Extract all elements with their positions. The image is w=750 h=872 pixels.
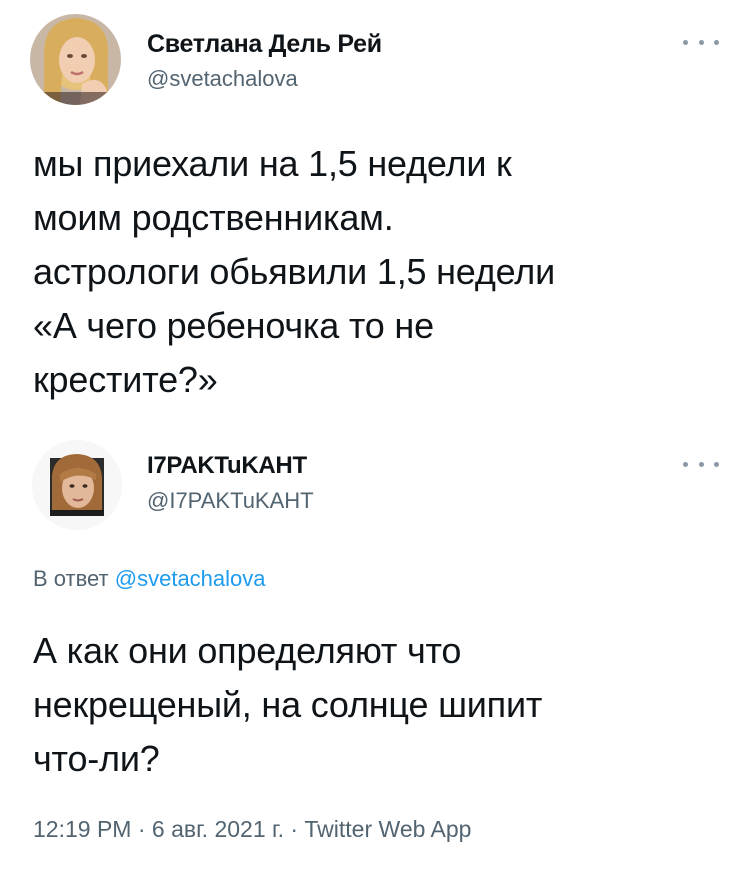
author-name[interactable]: Светлана Дель Рей — [147, 30, 382, 59]
author-handle[interactable]: @I7PAKTuKAHT — [147, 488, 314, 514]
replying-to-handle-link[interactable]: @svetachalova — [115, 566, 266, 591]
avatar[interactable] — [30, 14, 121, 105]
more-options-button[interactable] — [683, 454, 719, 474]
tweet-text-line: что-ли? — [33, 738, 160, 779]
tweet-timestamp[interactable]: 12:19 PM · 6 авг. 2021 г. · Twitter Web … — [33, 816, 471, 843]
author-handle[interactable]: @svetachalova — [147, 66, 298, 92]
tweet-text-line: А как они определяют что — [33, 630, 462, 671]
replying-to-prefix: В ответ — [33, 566, 109, 591]
author-name[interactable]: I7PAKTuKAHT — [147, 452, 307, 480]
more-horizontal-icon — [683, 39, 688, 45]
avatar[interactable] — [32, 440, 122, 530]
replying-to: В ответ @svetachalova — [33, 566, 266, 592]
tweet-text-line: мы приехали на 1,5 недели к — [33, 143, 512, 184]
tweet-text: А как они определяют что некрещеный, на … — [33, 624, 542, 786]
more-horizontal-icon — [683, 461, 688, 467]
reply-tweet: I7PAKTuKAHT @I7PAKTuKAHT В ответ @svetac… — [0, 420, 750, 872]
tweet-text-line: крестите?» — [33, 359, 218, 400]
tweet-text-line: астрологи обьявили 1,5 недели — [33, 251, 555, 292]
tweet-text: мы приехали на 1,5 недели к моим родстве… — [33, 137, 555, 407]
user-avatar-photo-icon — [30, 14, 121, 105]
user-avatar-photo-icon — [32, 440, 122, 530]
more-options-button[interactable] — [683, 32, 719, 52]
tweet-text-line: некрещеный, на солнце шипит — [33, 684, 543, 725]
original-tweet: Светлана Дель Рей @svetachalova мы приех… — [0, 0, 750, 420]
tweet-text-line: «А чего ребеночка то не — [33, 305, 434, 346]
tweet-text-line: моим родственникам. — [33, 197, 394, 238]
